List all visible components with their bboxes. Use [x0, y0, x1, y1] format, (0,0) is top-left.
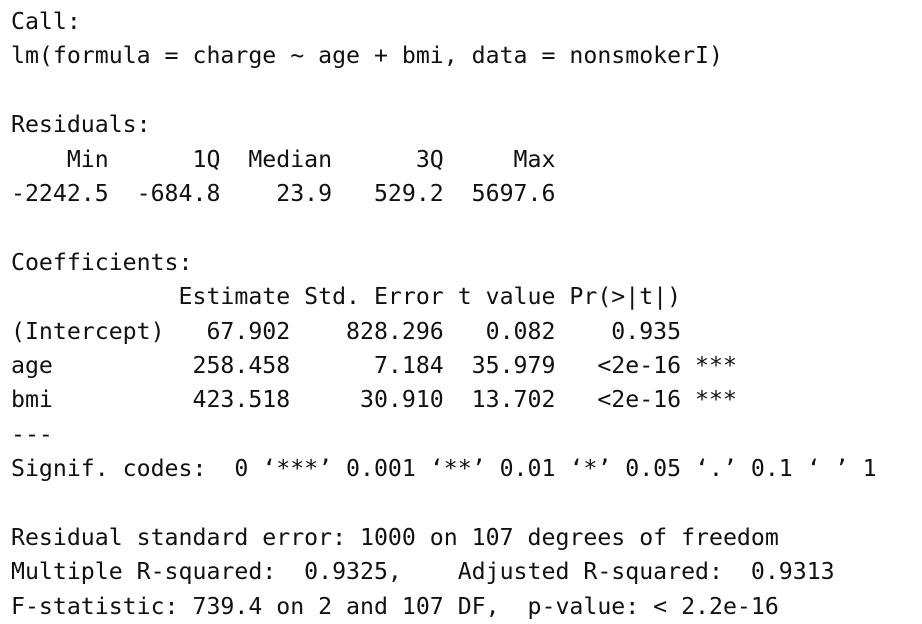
coefficients-column-headers: Estimate Std. Error t value Pr(>|t|): [11, 283, 737, 311]
coefficient-row-age: age 258.458 7.184 35.979 <2e-16 ***: [11, 351, 737, 379]
r-squared-line: Multiple R-squared: 0.9325, Adjusted R-s…: [11, 558, 849, 586]
separator-line: ---: [11, 420, 53, 448]
call-formula: lm(formula = charge ~ age + bmi, data = …: [11, 42, 723, 70]
residuals-header: Residuals:: [11, 111, 151, 139]
coefficient-row-bmi: bmi 423.518 30.910 13.702 <2e-16 ***: [11, 386, 737, 414]
residual-standard-error: Residual standard error: 1000 on 107 deg…: [11, 523, 779, 551]
residuals-quantile-values: -2242.5 -684.8 23.9 529.2 5697.6: [11, 179, 570, 207]
coefficients-header: Coefficients:: [11, 248, 193, 276]
call-header: Call:: [11, 8, 81, 35]
coefficient-row-intercept: (Intercept) 67.902 828.296 0.082 0.935: [11, 317, 737, 345]
signif-codes-legend: Signif. codes: 0 ‘***’ 0.001 ‘**’ 0.01 ‘…: [11, 455, 877, 483]
f-statistic-line: F-statistic: 739.4 on 2 and 107 DF, p-va…: [11, 592, 779, 620]
r-console-output: Call: lm(formula = charge ~ age + bmi, da…: [11, 5, 922, 624]
residuals-quantile-labels: Min 1Q Median 3Q Max: [11, 145, 570, 173]
